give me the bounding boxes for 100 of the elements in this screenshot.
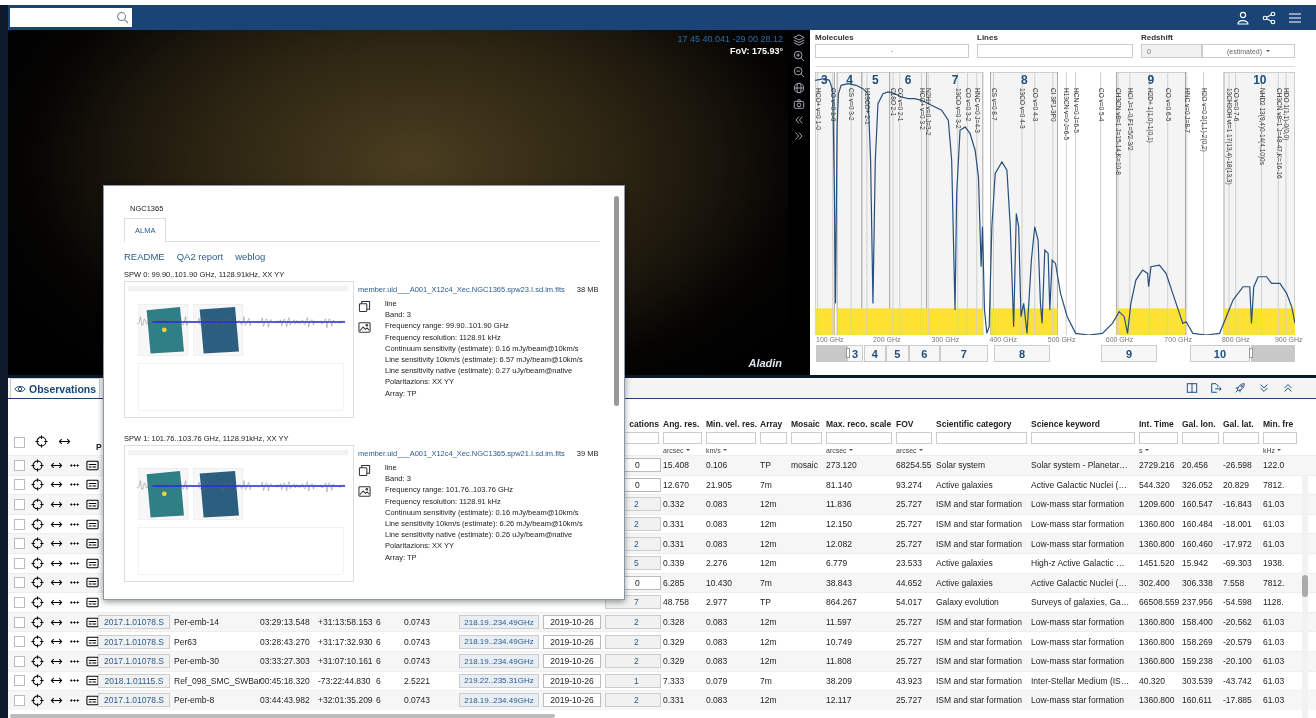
table-cell: 1451.520: [1139, 558, 1175, 569]
table-cell: Surveys of galaxies, Ga…: [1031, 597, 1130, 608]
table-cell: 6: [376, 636, 381, 647]
table-cell: 12m: [760, 558, 777, 569]
table-cell: 15.942: [1182, 558, 1208, 569]
table-cell: 15.408: [663, 460, 689, 471]
table-cell: Active galaxies: [936, 577, 993, 588]
table-cell: Active Galactic Nuclei (…: [1031, 577, 1127, 588]
table-cell: -16.843: [1223, 499, 1252, 510]
table-cell: -69.303: [1223, 558, 1252, 569]
table-cell: 1360.800: [1139, 538, 1175, 549]
table-cell: 303.539: [1182, 675, 1213, 686]
band-label: 8: [1021, 73, 1028, 87]
table-cell: Low-mass star formation: [1031, 636, 1125, 647]
table-cell: 158.400: [1182, 617, 1213, 628]
table-cell: 38.209: [826, 675, 852, 686]
field-of-view: FoV: 175.93°: [729, 46, 784, 56]
date-cell: 2019-10-26: [543, 615, 601, 630]
field-label: Lines: [977, 33, 999, 42]
table-cell: 43.923: [896, 675, 922, 686]
table-cell: 2.977: [706, 597, 728, 608]
table-cell: 0.083: [706, 636, 728, 647]
field-label: Redshift: [1141, 33, 1174, 42]
table-cell: Per-emb-14: [174, 617, 219, 628]
table-cell: 12m: [760, 617, 777, 628]
table-cell: 6.779: [826, 558, 848, 569]
table-cell: 20.829: [1223, 479, 1249, 490]
table-cell: 7m: [760, 577, 772, 588]
table-cell: 25.727: [896, 499, 922, 510]
table-cell: 273.120: [826, 460, 857, 471]
table-cell: ISM and star formation: [936, 538, 1022, 549]
table-cell: Low-mass star formation: [1031, 499, 1125, 510]
table-cell: 61.03: [1263, 519, 1285, 530]
table-cell: 0.079: [706, 675, 728, 686]
table-cell: 158.269: [1182, 636, 1213, 647]
table-cell: -17.972: [1223, 538, 1252, 549]
table-cell: 0.331: [663, 695, 685, 706]
table-cell: 1360.800: [1139, 617, 1175, 628]
table-cell: 10.430: [706, 577, 732, 588]
table-cell: Inter-Stellar Medium (IS…: [1031, 675, 1130, 686]
table-cell: TP: [760, 597, 771, 608]
table-cell: High-z Active Galactic …: [1031, 558, 1125, 569]
table-cell: +31:07:10.161: [318, 656, 373, 667]
table-cell: 1360.800: [1139, 695, 1175, 706]
table-cell: 7m: [760, 675, 772, 686]
band-label: 4: [846, 73, 853, 87]
table-cell: -18.001: [1223, 519, 1252, 530]
table-cell: 0.331: [663, 538, 685, 549]
table-cell: -20.562: [1223, 617, 1252, 628]
table-cell: 1360.800: [1139, 656, 1175, 667]
table-cell: 1360.800: [1139, 519, 1175, 530]
table-cell: -43.742: [1223, 675, 1252, 686]
table-cell: Per-emb-30: [174, 656, 219, 667]
table-cell: 00:45:18.320: [260, 675, 310, 686]
table-cell: 544.320: [1139, 479, 1170, 490]
table-cell: 25.727: [896, 617, 922, 628]
table-cell: 25.727: [896, 636, 922, 647]
table-cell: 12m: [760, 656, 777, 667]
table-cell: 122.0: [1263, 460, 1285, 471]
table-cell: mosaic: [791, 460, 818, 471]
table-cell: 03:29:13.548: [260, 617, 310, 628]
table-cell: 237.956: [1182, 597, 1213, 608]
table-cell: 25.727: [896, 519, 922, 530]
table-cell: 159.238: [1182, 656, 1213, 667]
table-cell: Active galaxies: [936, 558, 993, 569]
table-cell: 0.083: [706, 656, 728, 667]
table-cell: 11.836: [826, 499, 852, 510]
table-cell: 7812.: [1263, 577, 1285, 588]
table-cell: ISM and star formation: [936, 617, 1022, 628]
table-cell: 25.727: [896, 656, 922, 667]
table-cell: 0.0743: [404, 656, 430, 667]
table-cell: Solar system: [936, 460, 986, 471]
table-cell: 864.267: [826, 597, 857, 608]
table-cell: 160.547: [1182, 499, 1213, 510]
table-cell: 25.727: [896, 695, 922, 706]
table-cell: 6: [376, 695, 381, 706]
table-cell: Per-emb-8: [174, 695, 215, 706]
table-cell: 6.285: [663, 577, 685, 588]
table-cell: 54.017: [896, 597, 922, 608]
table-cell: 0.332: [663, 499, 685, 510]
table-cell: Active galaxies: [936, 479, 993, 490]
table-cell: 6: [376, 656, 381, 667]
table-cell: 7812.: [1263, 479, 1285, 490]
table-cell: 23.533: [896, 558, 922, 569]
table-cell: -17.885: [1223, 695, 1252, 706]
table-cell: 03:44:43.982: [260, 695, 310, 706]
table-cell: 61.03: [1263, 538, 1285, 549]
table-cell: ISM and star formation: [936, 499, 1022, 510]
table-cell: 1360.800: [1139, 636, 1175, 647]
table-cell: 0.339: [663, 558, 685, 569]
band-label: 10: [1253, 73, 1267, 87]
table-cell: 61.03: [1263, 499, 1285, 510]
table-cell: 160.460: [1182, 538, 1213, 549]
table-cell: 2.5221: [404, 675, 430, 686]
table-cell: Low-mass star formation: [1031, 656, 1125, 667]
table-cell: 7.558: [1223, 577, 1245, 588]
table-cell: ISM and star formation: [936, 519, 1022, 530]
table-cell: 11.597: [826, 617, 852, 628]
table-cell: 6: [376, 617, 381, 628]
table-cell: 0.083: [706, 695, 728, 706]
